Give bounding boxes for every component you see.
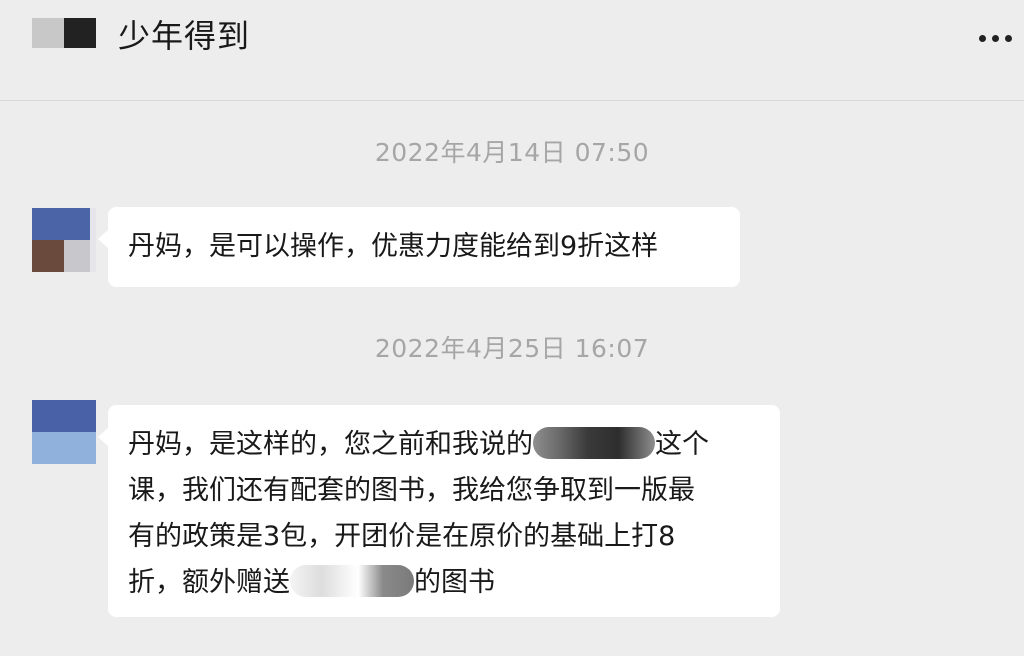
message-line: 丹妈，是这样的，您之前和我说的 这个 (128, 422, 760, 468)
contact-avatar-icon[interactable] (32, 18, 96, 48)
more-dots-icon (991, 34, 999, 42)
more-dots-icon (978, 34, 986, 42)
message-text: 的图书 (414, 567, 495, 598)
message-text: 有的政策是3包，开团价是在原价的基础上打8 (128, 521, 676, 552)
message-line: 课，我们还有配套的图书，我给您争取到一版最 (128, 468, 760, 514)
sender-avatar[interactable] (32, 400, 96, 464)
message-line: 有的政策是3包，开团价是在原价的基础上打8 (128, 514, 760, 560)
avatar-redacted-block (64, 18, 96, 48)
more-dots-icon (1004, 34, 1012, 42)
message-line: 折，额外赠送 的图书 (128, 560, 760, 606)
message-text: 折，额外赠送 (128, 567, 290, 598)
message-bubble[interactable]: 丹妈，是这样的，您之前和我说的 这个 课，我们还有配套的图书，我给您争取到一版最 … (98, 405, 780, 617)
avatar-pixel (32, 208, 96, 240)
message-timestamp: 2022年4月14日 07:50 (374, 138, 650, 167)
message-text: 这个 (655, 429, 709, 460)
message-timestamp: 2022年4月25日 16:07 (374, 334, 650, 363)
redacted-text-block (533, 426, 655, 459)
more-options-button[interactable] (968, 20, 1022, 56)
sender-avatar[interactable] (32, 208, 96, 272)
avatar-pixel (32, 432, 96, 464)
redacted-text-block (290, 564, 414, 597)
avatar-pixel (90, 208, 96, 272)
message-text: 课，我们还有配套的图书，我给您争取到一版最 (128, 475, 695, 506)
chat-title: 少年得到 (118, 17, 251, 55)
avatar-pixel (32, 400, 96, 432)
avatar-redacted-block (32, 18, 64, 48)
message-text: 丹妈，是这样的，您之前和我说的 (128, 429, 533, 460)
avatar-pixel (32, 240, 64, 272)
chat-header: 少年得到 (0, 0, 1024, 101)
message-text: 丹妈，是可以操作，优惠力度能给到9折这样 (128, 231, 659, 262)
message-bubble[interactable]: 丹妈，是可以操作，优惠力度能给到9折这样 (98, 207, 740, 287)
